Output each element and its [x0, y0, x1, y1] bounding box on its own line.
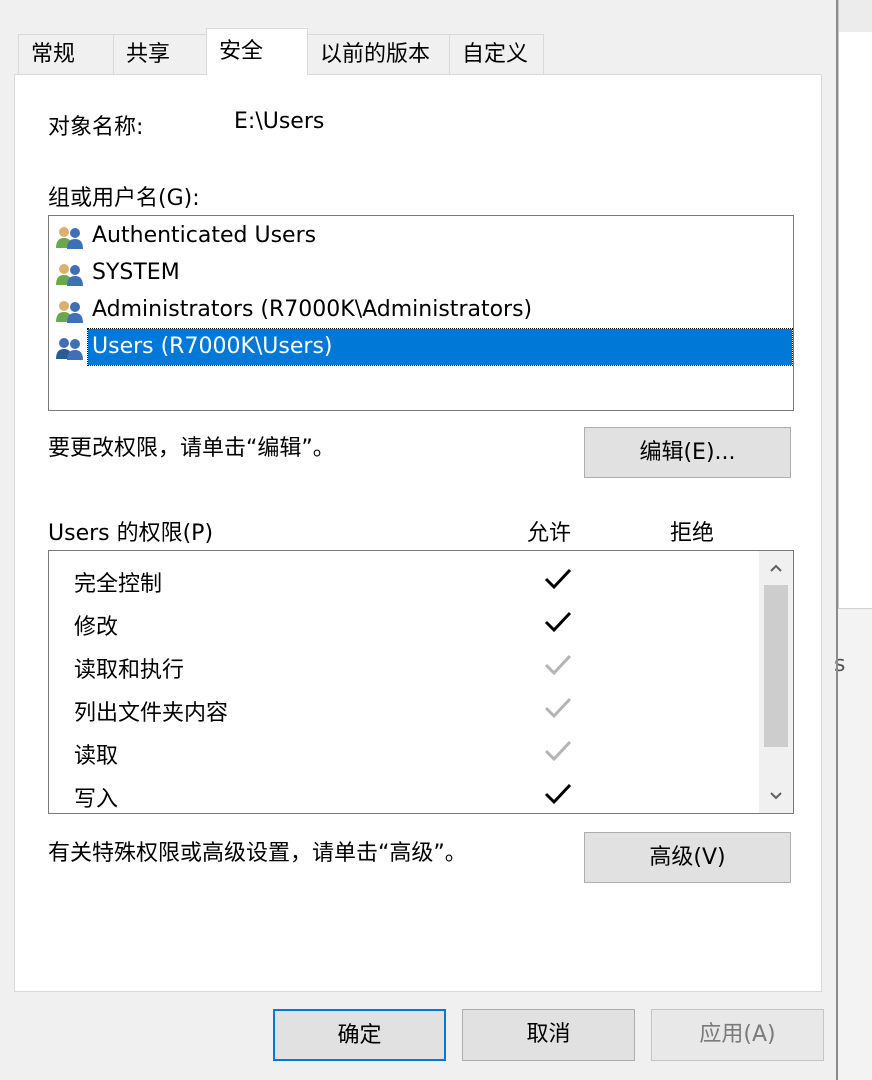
check-inherited-icon [544, 654, 572, 676]
group-user-list[interactable]: Authenticated Users SYSTEM Administrator… [48, 215, 794, 411]
permission-name: 写入 [74, 787, 119, 812]
cancel-button[interactable]: 取消 [462, 1009, 635, 1061]
check-explicit-icon [544, 568, 572, 590]
apply-button[interactable]: 应用(A) [651, 1009, 824, 1061]
check-explicit-icon [544, 611, 572, 633]
permission-row-modify: 修改 [49, 601, 761, 644]
users-group-icon [56, 227, 83, 249]
check-inherited-icon [544, 740, 572, 762]
permissions-label: Users 的权限(P) [48, 521, 214, 546]
scroll-thumb[interactable] [764, 585, 788, 747]
deny-header: 拒绝 [670, 521, 715, 546]
tab-label: 以前的版本 [320, 42, 431, 67]
object-name-label: 对象名称: [48, 115, 144, 140]
object-name-value: E:\Users [234, 109, 325, 134]
groups-label: 组或用户名(G): [48, 186, 200, 211]
ok-button[interactable]: 确定 [273, 1009, 446, 1061]
permission-row-full-control: 完全控制 [49, 558, 761, 601]
user-item-label: Users (R7000K\Users) [87, 328, 793, 366]
tab-sharing[interactable]: 共享 [113, 34, 207, 74]
permission-name: 修改 [74, 615, 119, 640]
users-group-icon [56, 301, 83, 323]
edit-hint: 要更改权限，请单击“编辑”。 [48, 436, 335, 461]
users-group-icon [56, 264, 83, 286]
permission-name: 列出文件夹内容 [74, 701, 229, 726]
background-window-titlebar [838, 0, 872, 32]
advanced-hint: 有关特殊权限或高级设置，请单击“高级”。 [48, 841, 467, 866]
check-explicit-icon [544, 783, 572, 805]
dialog-border [836, 0, 838, 1080]
tab-label: 常规 [31, 42, 76, 67]
user-item-label: Authenticated Users [92, 223, 317, 248]
tab-customize[interactable]: 自定义 [449, 34, 544, 74]
tab-security[interactable]: 安全 [206, 28, 308, 75]
permissions-scrollbar[interactable] [759, 551, 793, 813]
security-tab-page: 对象名称: E:\Users 组或用户名(G): Authenticated U… [14, 74, 822, 992]
tab-general[interactable]: 常规 [18, 34, 114, 74]
user-item-users[interactable]: Users (R7000K\Users) [55, 328, 793, 366]
scroll-up-icon[interactable] [759, 551, 793, 585]
advanced-button[interactable]: 高级(V) [584, 832, 791, 883]
tab-label: 安全 [219, 39, 264, 64]
permission-name: 完全控制 [74, 572, 163, 597]
user-item-administrators[interactable]: Administrators (R7000K\Administrators) [55, 292, 791, 328]
edit-button[interactable]: 编辑(E)... [584, 427, 791, 478]
scroll-down-icon[interactable] [759, 779, 793, 813]
user-item-authenticated-users[interactable]: Authenticated Users [55, 218, 791, 254]
permission-name: 读取 [74, 744, 119, 769]
permissions-list[interactable]: 完全控制 修改 读取和执行 列出文件夹内容 读取 写入 [48, 550, 794, 814]
background-window-lower [838, 608, 872, 1080]
background-window [838, 0, 872, 1080]
check-inherited-icon [544, 697, 572, 719]
tab-previous-versions[interactable]: 以前的版本 [307, 34, 450, 74]
background-window-upper [838, 0, 872, 608]
permission-name: 读取和执行 [74, 658, 185, 683]
allow-header: 允许 [527, 521, 572, 546]
permission-row-list-folder: 列出文件夹内容 [49, 687, 761, 730]
tab-label: 自定义 [462, 42, 529, 67]
user-item-label: Administrators (R7000K\Administrators) [92, 297, 533, 322]
tab-label: 共享 [126, 42, 171, 67]
permission-row-write: 写入 [49, 773, 761, 813]
user-item-label: SYSTEM [92, 260, 180, 285]
permission-row-read: 读取 [49, 730, 761, 773]
user-item-system[interactable]: SYSTEM [55, 255, 791, 291]
users-group-icon [56, 338, 83, 360]
permission-row-read-execute: 读取和执行 [49, 644, 761, 687]
